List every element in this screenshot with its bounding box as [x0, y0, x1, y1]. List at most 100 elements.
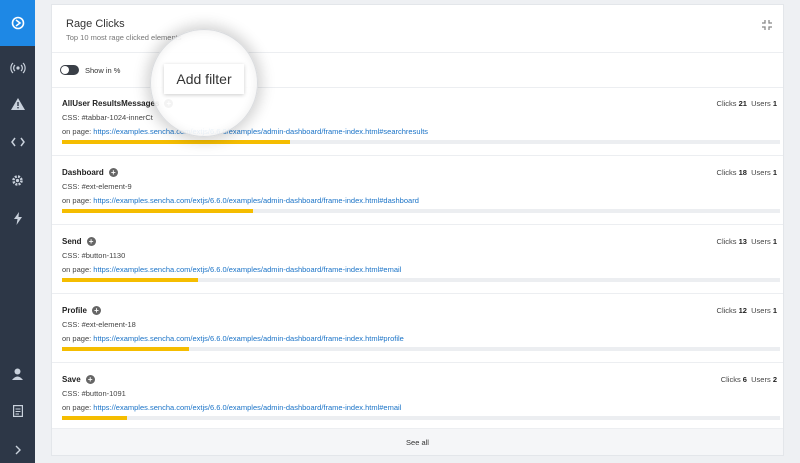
row-stats: Clicks 13 Users 1	[717, 237, 777, 246]
row-stats: Clicks 12 Users 1	[717, 306, 777, 315]
css-selector: CSS: #ext-element-9	[62, 182, 132, 191]
add-filter-tooltip: Add filter	[164, 64, 244, 94]
users-count: 1	[772, 306, 777, 315]
page-link[interactable]: https://examples.sencha.com/extjs/6.6.0/…	[93, 265, 401, 274]
element-name: Dashboard +	[62, 168, 118, 177]
panel-header: Rage Clicks Top 10 most rage clicked ele…	[52, 5, 783, 53]
clicks-bar-fill	[62, 278, 199, 282]
sidebar-item-realtime[interactable]	[0, 52, 35, 84]
clicks-label: Clicks	[716, 237, 737, 246]
css-selector: CSS: #button-1130	[62, 251, 126, 260]
list-item: Dashboard + CSS: #ext-element-9 on page: ht…	[52, 157, 783, 225]
report-icon	[12, 405, 23, 417]
clicks-bar-track	[62, 278, 780, 282]
users-label: Users	[751, 168, 771, 177]
clicks-bar-track	[62, 347, 780, 351]
lightning-icon	[13, 211, 22, 225]
add-filter-icon[interactable]: +	[91, 306, 101, 315]
page-link[interactable]: https://examples.sencha.com/extjs/6.6.0/…	[93, 403, 401, 412]
code-icon	[10, 137, 25, 147]
sidebar-item-code[interactable]	[0, 126, 35, 158]
clicks-count: 12	[738, 306, 747, 315]
clicks-count: 21	[738, 99, 747, 108]
gear-icon	[12, 174, 23, 186]
list-item: Save + CSS: #button-1091 on page: https://e…	[52, 364, 783, 432]
users-count: 1	[772, 237, 777, 246]
clicks-bar-fill	[62, 416, 127, 420]
css-selector: CSS: #button-1091	[62, 389, 126, 398]
page-prefix: on page:	[62, 334, 94, 343]
page-line: on page: https://examples.sencha.com/ext…	[62, 403, 401, 412]
element-name-label: Save	[62, 375, 81, 384]
users-label: Users	[751, 99, 771, 108]
panel-subtitle: Top 10 most rage clicked elements	[66, 33, 182, 42]
page-link[interactable]: https://examples.sencha.com/extjs/6.6.0/…	[93, 334, 404, 343]
users-count: 1	[772, 99, 777, 108]
warning-icon	[10, 98, 25, 110]
clicks-bar-track	[62, 416, 780, 420]
clicks-bar-fill	[62, 209, 253, 213]
percent-toggle[interactable]	[60, 65, 79, 75]
clicks-label: Clicks	[716, 168, 737, 177]
element-name-label: AllUser ResultsMessages	[62, 99, 160, 108]
see-all-button[interactable]: See all	[52, 428, 783, 455]
page-line: on page: https://examples.sencha.com/ext…	[62, 265, 401, 274]
sidebar	[0, 0, 35, 463]
element-name-label: Profile	[62, 306, 87, 315]
sidebar-item-reports[interactable]	[0, 395, 35, 427]
list-item: Send + CSS: #button-1130 on page: https://e…	[52, 226, 783, 294]
page-line: on page: https://examples.sencha.com/ext…	[62, 334, 404, 343]
row-stats: Clicks 6 Users 2	[721, 375, 777, 384]
element-name-label: Send	[62, 237, 82, 246]
chevron-right-icon	[15, 445, 21, 455]
row-stats: Clicks 21 Users 1	[717, 99, 777, 108]
sidebar-item-account[interactable]	[0, 358, 35, 390]
percent-toggle-label: Show in %	[85, 65, 121, 75]
page-line: on page: https://examples.sencha.com/ext…	[62, 196, 419, 205]
collapse-icon[interactable]	[761, 19, 773, 31]
clicks-label: Clicks	[716, 306, 737, 315]
list-item: Profile + CSS: #ext-element-18 on page: htt…	[52, 295, 783, 363]
sidebar-item-home[interactable]	[0, 0, 35, 46]
broadcast-icon	[9, 62, 26, 74]
clicks-bar-track	[62, 140, 780, 144]
element-name: Profile +	[62, 306, 101, 315]
clicks-bar-fill	[62, 140, 290, 144]
percent-toggle-row: Show in %	[60, 63, 120, 77]
css-selector: CSS: #ext-element-18	[62, 320, 136, 329]
sidebar-item-performance[interactable]	[0, 202, 35, 234]
clicks-label: Clicks	[716, 99, 737, 108]
clicks-bar-track	[62, 209, 780, 213]
sidebar-expand[interactable]	[0, 434, 35, 463]
add-filter-icon[interactable]: +	[108, 168, 118, 177]
page-link[interactable]: https://examples.sencha.com/extjs/6.6.0/…	[93, 196, 419, 205]
clicks-count: 18	[738, 168, 747, 177]
clicks-label: Clicks	[720, 375, 741, 384]
clicks-count: 6	[742, 375, 747, 384]
element-name-label: Dashboard	[62, 168, 104, 177]
users-label: Users	[751, 306, 771, 315]
users-count: 2	[772, 375, 777, 384]
page-prefix: on page:	[62, 403, 94, 412]
element-name: Save +	[62, 375, 95, 384]
page-link[interactable]: https://examples.sencha.com/extjs/6.6.0/…	[93, 127, 428, 136]
page-line: on page: https://examples.sencha.com/ext…	[62, 127, 428, 136]
users-count: 1	[772, 168, 777, 177]
page-prefix: on page:	[62, 196, 94, 205]
logo-icon	[11, 16, 24, 30]
css-selector: CSS: #tabbar-1024-innerCt	[62, 113, 153, 122]
sidebar-item-settings[interactable]	[0, 164, 35, 196]
clicks-count: 13	[738, 237, 747, 246]
clicks-bar-fill	[62, 347, 190, 351]
panel-title: Rage Clicks	[66, 18, 125, 30]
page-prefix: on page:	[62, 127, 94, 136]
row-stats: Clicks 18 Users 1	[717, 168, 777, 177]
add-filter-icon[interactable]: +	[85, 375, 95, 384]
user-icon	[12, 368, 23, 380]
element-name: Send +	[62, 237, 96, 246]
page-prefix: on page:	[62, 265, 94, 274]
add-filter-icon[interactable]: +	[86, 237, 96, 246]
sidebar-item-errors[interactable]	[0, 88, 35, 120]
users-label: Users	[751, 237, 771, 246]
users-label: Users	[751, 375, 771, 384]
